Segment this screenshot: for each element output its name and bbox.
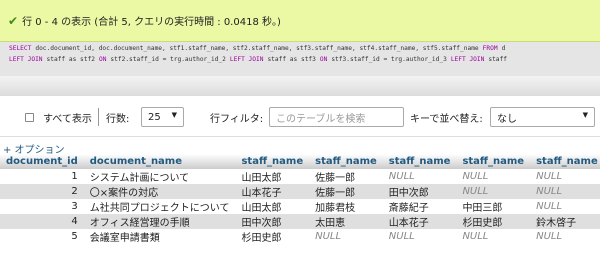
column-header-staff-name-5[interactable]: staff_name <box>530 154 600 169</box>
cell-staff-name[interactable]: NULL <box>456 229 531 244</box>
sort-select-value: なし <box>497 113 517 125</box>
cell-staff-name[interactable]: 鈴木啓子 <box>530 214 600 229</box>
show-all-checkbox[interactable] <box>25 112 34 122</box>
cell-document-name[interactable]: オフィス経営理の手順 <box>83 214 236 229</box>
rows-select-value: 25 <box>148 111 161 123</box>
show-all-control[interactable]: すべて表示 <box>25 107 92 127</box>
results-toolbar: すべて表示 行数: 25 ▼ 行フィルタ: このテーブルを検索 キーで並べ替え:… <box>0 97 600 137</box>
sql-keyword: LEFT JOIN <box>229 56 264 63</box>
sql-text: stf3.staff_id = trg.author_id_3 <box>331 56 447 63</box>
sql-keyword: ON <box>319 56 328 63</box>
checkmark-icon: ✔ <box>8 13 19 28</box>
sql-line-2: LEFT JOIN staff as stf2 ON stf2.staff_id = … <box>9 54 591 65</box>
column-header-document-name[interactable]: document_name <box>83 154 236 169</box>
cell-staff-name[interactable]: 山本花子 <box>382 214 457 229</box>
cell-staff-name[interactable]: NULL <box>530 229 600 244</box>
sql-keyword: LEFT JOIN <box>9 56 43 63</box>
cell-staff-name[interactable]: 田中次郎 <box>235 214 310 229</box>
rows-select[interactable]: 25 ▼ <box>141 107 184 127</box>
cell-document-id[interactable]: 2 <box>0 184 84 199</box>
dropdown-arrow-icon: ▼ <box>582 111 588 119</box>
sort-label: キーで並べ替え: <box>410 113 483 125</box>
sql-text: staff <box>488 56 507 63</box>
cell-staff-name[interactable]: 山田太郎 <box>235 169 310 184</box>
cell-document-id[interactable]: 5 <box>0 229 84 244</box>
cell-staff-name[interactable]: NULL <box>530 184 600 199</box>
table-row[interactable]: 4 オフィス経営理の手順 田中次郎 太田恵 山本花子 杉田史郎 鈴木啓子 <box>0 214 600 229</box>
sql-text: stf2.staff_id = trg.author_id_2 <box>110 56 226 63</box>
success-text: 行 0 - 4 の表示 (合計 5, クエリの実行時間 : 0.0418 秒。) <box>22 17 281 28</box>
cell-staff-name[interactable]: 佐藤一郎 <box>309 169 383 184</box>
cell-document-name[interactable]: ム社共同プロジェクトについて <box>83 199 236 214</box>
cell-document-name[interactable]: システム計画について <box>83 169 236 184</box>
column-header-staff-name-2[interactable]: staff_name <box>309 154 383 169</box>
table-row[interactable]: 1 システム計画について 山田太郎 佐藤一郎 NULL NULL NULL <box>0 169 600 184</box>
cell-staff-name[interactable]: 加藤君枝 <box>309 199 383 214</box>
cell-document-id[interactable]: 1 <box>0 169 84 184</box>
cell-staff-name[interactable]: NULL <box>309 229 383 244</box>
table-row[interactable]: 5 会議室申請書類 杉田史郎 NULL NULL NULL NULL <box>0 229 600 244</box>
sql-text: d <box>501 45 506 52</box>
results-table: document_id document_name staff_name sta… <box>0 154 600 244</box>
table-row[interactable]: 3 ム社共同プロジェクトについて 山田太郎 加藤君枝 斎藤紀子 中田三郎 NULL <box>0 199 600 214</box>
cell-staff-name[interactable]: 山本花子 <box>235 184 310 199</box>
column-header-document-id[interactable]: document_id <box>0 154 84 169</box>
cell-staff-name[interactable]: 斎藤紀子 <box>382 199 457 214</box>
cell-staff-name[interactable]: NULL <box>382 229 457 244</box>
sql-keyword: LEFT JOIN <box>450 56 485 63</box>
column-header-staff-name-3[interactable]: staff_name <box>382 154 457 169</box>
sql-keyword: ON <box>98 56 107 63</box>
cell-staff-name[interactable]: 山田太郎 <box>235 199 310 214</box>
cell-staff-name[interactable]: 田中次郎 <box>382 184 457 199</box>
show-all-label: すべて表示 <box>43 113 92 125</box>
sql-query-box[interactable]: SELECT doc.document_id, doc.document_name… <box>0 42 600 76</box>
row-filter-placeholder: このテーブルを検索 <box>276 113 366 125</box>
sort-by-key-select[interactable]: なし ▼ <box>490 107 595 127</box>
column-header-staff-name-1[interactable]: staff_name <box>235 154 310 169</box>
table-row[interactable]: 2 〇×案件の対応 山本花子 佐藤一郎 田中次郎 NULL NULL <box>0 184 600 199</box>
column-header-staff-name-4[interactable]: staff_name <box>456 154 531 169</box>
row-filter-input[interactable]: このテーブルを検索 <box>269 107 404 127</box>
cell-document-name[interactable]: 会議室申請書類 <box>83 229 236 244</box>
query-success-message: ✔ 行 0 - 4 の表示 (合計 5, クエリの実行時間 : 0.0418 秒… <box>0 0 600 42</box>
header-row: document_id document_name staff_name sta… <box>0 154 600 169</box>
sql-text: staff as stf3 <box>267 56 316 63</box>
cell-staff-name[interactable]: NULL <box>530 199 600 214</box>
results-body: 1 システム計画について 山田太郎 佐藤一郎 NULL NULL NULL 2 〇×案件の対応山… <box>0 169 600 244</box>
sql-text: doc.document_id, doc.document_name, stf1… <box>35 45 479 52</box>
sql-line-1: SELECT doc.document_id, doc.document_name… <box>9 43 591 54</box>
toolbar-divider <box>98 108 99 126</box>
cell-staff-name[interactable]: 中田三郎 <box>456 199 531 214</box>
sql-keyword: SELECT <box>9 45 32 52</box>
cell-staff-name[interactable]: 太田恵 <box>309 214 383 229</box>
cell-document-name[interactable]: 〇×案件の対応 <box>83 184 236 199</box>
sql-text: staff as stf2 <box>46 56 95 63</box>
cell-document-id[interactable]: 4 <box>0 214 84 229</box>
dropdown-arrow-icon: ▼ <box>171 111 177 119</box>
cell-staff-name[interactable]: 佐藤一郎 <box>309 184 383 199</box>
rows-label: 行数: <box>106 113 130 125</box>
cell-staff-name[interactable]: NULL <box>382 169 457 184</box>
cell-staff-name[interactable]: NULL <box>530 169 600 184</box>
filter-label: 行フィルタ: <box>210 113 264 125</box>
cell-staff-name[interactable]: 杉田史郎 <box>456 214 531 229</box>
cell-staff-name[interactable]: NULL <box>456 184 531 199</box>
query-actions-bar <box>0 76 600 96</box>
cell-staff-name[interactable]: 杉田史郎 <box>235 229 310 244</box>
cell-staff-name[interactable]: NULL <box>456 169 531 184</box>
sql-keyword: FROM <box>482 45 498 52</box>
cell-document-id[interactable]: 3 <box>0 199 84 214</box>
